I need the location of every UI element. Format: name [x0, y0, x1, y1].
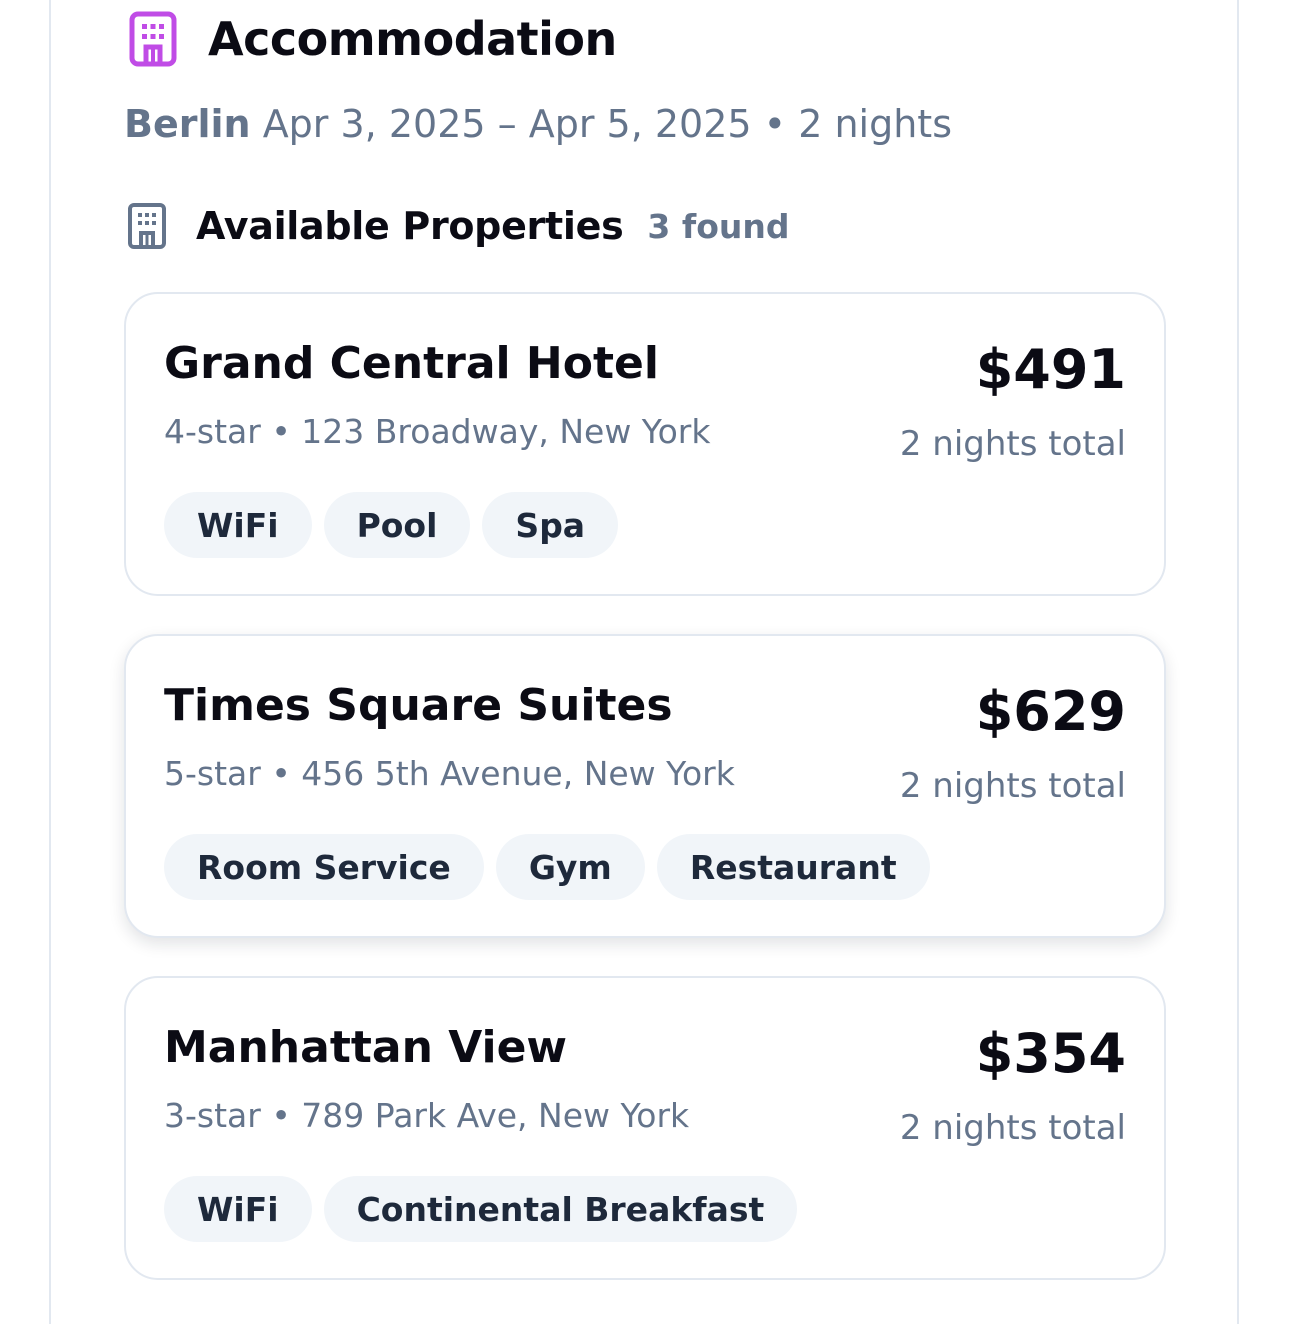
property-card[interactable]: Manhattan View 3-star • 789 Park Ave, Ne…	[124, 976, 1166, 1280]
property-details: 5-star • 456 5th Avenue, New York	[164, 754, 735, 793]
detail-separator: •	[271, 1096, 291, 1135]
property-stars: 5-star	[164, 754, 261, 793]
amenity-list: WiFi Pool Spa	[164, 492, 619, 558]
property-stars: 4-star	[164, 412, 261, 451]
amenity-tag: Restaurant	[656, 834, 930, 900]
trip-separator: •	[763, 102, 787, 146]
amenity-list: WiFi Continental Breakfast	[164, 1176, 798, 1242]
trip-city: Berlin	[124, 102, 251, 146]
available-properties-header: Available Properties 3 found	[126, 200, 789, 252]
amenity-list: Room Service Gym Restaurant	[164, 834, 930, 900]
property-details: 4-star • 123 Broadway, New York	[164, 412, 710, 451]
property-address: 123 Broadway, New York	[301, 412, 711, 451]
price-note: 2 nights total	[899, 1108, 1126, 1148]
accommodation-title: Accommodation	[208, 12, 617, 66]
amenity-tag: WiFi	[164, 492, 312, 558]
trip-nights: 2 nights	[798, 102, 952, 146]
property-details: 3-star • 789 Park Ave, New York	[164, 1096, 689, 1135]
price-note: 2 nights total	[899, 424, 1126, 464]
property-name: Grand Central Hotel	[164, 338, 659, 389]
trip-summary: Berlin Apr 3, 2025 – Apr 5, 2025 • 2 nig…	[124, 102, 952, 146]
amenity-tag: Continental Breakfast	[323, 1176, 798, 1242]
property-name: Manhattan View	[164, 1022, 568, 1073]
amenity-tag: Pool	[323, 492, 471, 558]
building-icon	[126, 201, 168, 251]
section-title: Available Properties	[196, 204, 624, 248]
results-count: 3 found	[647, 206, 790, 246]
amenity-tag: Gym	[495, 834, 645, 900]
amenity-tag: WiFi	[164, 1176, 312, 1242]
hotel-building-icon	[128, 10, 178, 68]
detail-separator: •	[271, 754, 291, 793]
amenity-tag: Room Service	[164, 834, 484, 900]
trip-dates: Apr 3, 2025 – Apr 5, 2025	[262, 102, 752, 146]
property-price: $629	[975, 680, 1126, 743]
property-card[interactable]: Grand Central Hotel 4-star • 123 Broadwa…	[124, 292, 1166, 596]
accommodation-header: Accommodation	[128, 10, 617, 68]
property-name: Times Square Suites	[164, 680, 673, 731]
property-price: $354	[975, 1022, 1126, 1085]
property-price: $491	[975, 338, 1126, 401]
price-note: 2 nights total	[899, 766, 1126, 806]
property-address: 456 5th Avenue, New York	[301, 754, 735, 793]
property-card[interactable]: Times Square Suites 5-star • 456 5th Ave…	[124, 634, 1166, 938]
amenity-tag: Spa	[482, 492, 619, 558]
property-stars: 3-star	[164, 1096, 261, 1135]
property-address: 789 Park Ave, New York	[301, 1096, 690, 1135]
detail-separator: •	[271, 412, 291, 451]
